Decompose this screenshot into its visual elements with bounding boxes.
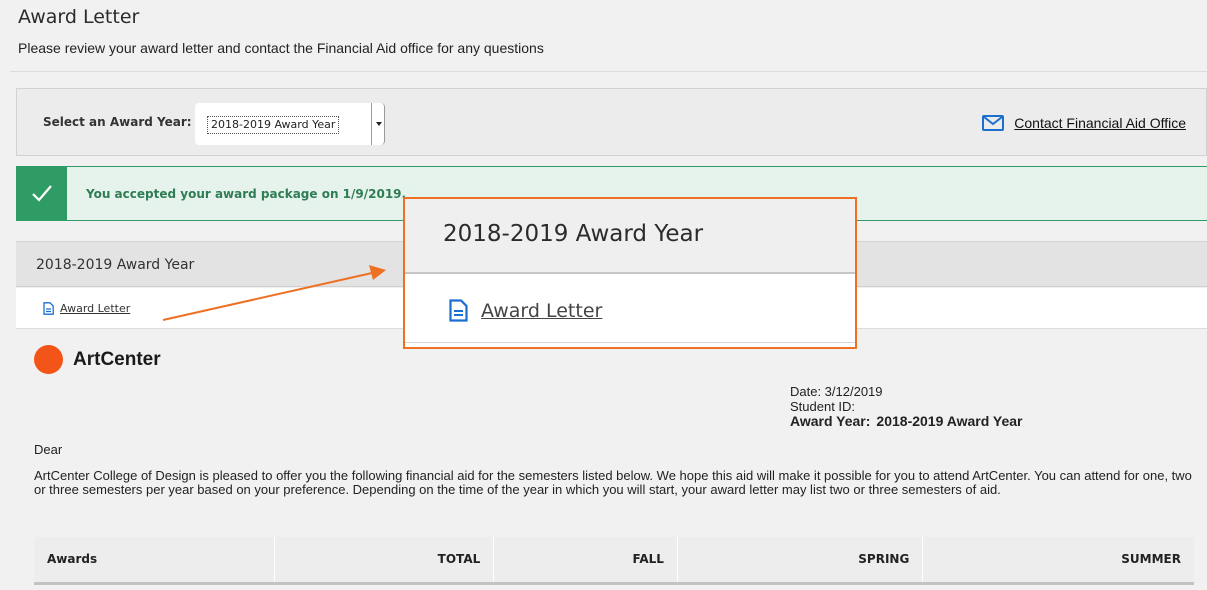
callout-award-letter-label: Award Letter bbox=[481, 299, 603, 322]
contact-financial-aid-link[interactable]: Contact Financial Aid Office bbox=[982, 115, 1186, 131]
artcenter-logo: ArtCenter bbox=[34, 345, 161, 374]
callout-divider bbox=[405, 342, 855, 343]
success-icon-box bbox=[17, 167, 67, 220]
column-awards: Awards bbox=[34, 537, 275, 585]
page-subtitle: Please review your award letter and cont… bbox=[18, 40, 544, 56]
award-letter-link-label: Award Letter bbox=[60, 302, 131, 315]
award-year-label: Select an Award Year: bbox=[43, 115, 192, 129]
letter-salutation: Dear bbox=[34, 442, 63, 457]
zoom-callout: 2018-2019 Award Year Award Letter bbox=[403, 197, 857, 349]
document-icon bbox=[43, 302, 54, 315]
brand-name: ArtCenter bbox=[73, 348, 161, 370]
award-year-selector-panel: Select an Award Year: 2018-2019 Award Ye… bbox=[16, 88, 1207, 156]
awards-table-header-row: Awards TOTAL FALL SPRING SUMMER bbox=[34, 537, 1194, 585]
contact-financial-aid-label: Contact Financial Aid Office bbox=[1014, 115, 1186, 131]
letter-intro: ArtCenter College of Design is pleased t… bbox=[34, 468, 1192, 497]
callout-header: 2018-2019 Award Year bbox=[405, 199, 855, 274]
letter-award-year-label: Award Year: bbox=[790, 413, 871, 429]
brand-dot-icon bbox=[34, 345, 63, 374]
awards-table: Awards TOTAL FALL SPRING SUMMER bbox=[34, 537, 1194, 585]
column-spring: SPRING bbox=[676, 537, 923, 585]
header-divider bbox=[10, 71, 1207, 72]
success-message: You accepted your award package on 1/9/2… bbox=[86, 187, 407, 201]
letter-award-year: Award Year: 2018-2019 Award Year bbox=[790, 414, 1023, 429]
page-title: Award Letter bbox=[18, 6, 140, 28]
award-year-selected-value: 2018-2019 Award Year bbox=[207, 116, 340, 134]
letter-award-year-value: 2018-2019 Award Year bbox=[876, 413, 1023, 429]
callout-award-letter-link[interactable]: Award Letter bbox=[449, 299, 602, 322]
column-fall: FALL bbox=[493, 537, 678, 585]
letter-date: Date: 3/12/2019 bbox=[790, 384, 883, 399]
award-letter-link[interactable]: Award Letter bbox=[43, 302, 130, 315]
letter-meta: Date: 3/12/2019 Student ID: Award Year: 2… bbox=[790, 384, 1023, 429]
letter-student-id: Student ID: bbox=[790, 399, 856, 414]
award-year-select[interactable]: 2018-2019 Award Year bbox=[195, 103, 385, 145]
callout-title: 2018-2019 Award Year bbox=[443, 221, 704, 247]
column-total: TOTAL bbox=[274, 537, 494, 585]
document-icon bbox=[449, 299, 468, 322]
column-summer: SUMMER bbox=[922, 537, 1194, 585]
check-icon bbox=[32, 185, 52, 202]
select-arrow-icon[interactable] bbox=[371, 103, 385, 145]
mail-icon bbox=[982, 115, 1005, 131]
award-year-section-title: 2018-2019 Award Year bbox=[36, 257, 195, 273]
